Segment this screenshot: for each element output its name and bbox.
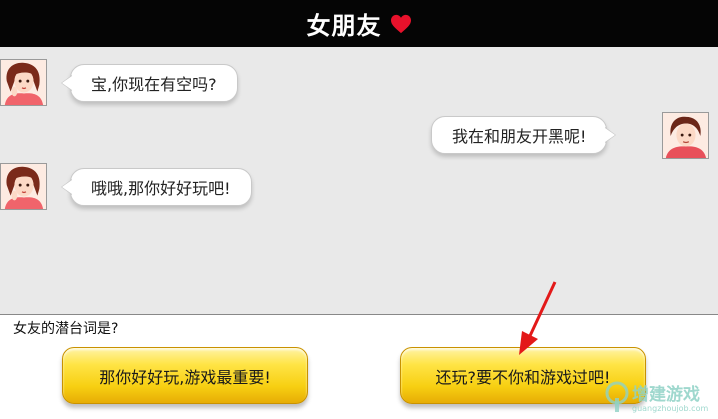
message-text: 宝,你现在有空吗? xyxy=(91,75,217,94)
heart-icon xyxy=(390,14,411,33)
watermark-url: guangzhoujob.com xyxy=(632,404,709,413)
question-text: 女友的潜台词是? xyxy=(13,321,119,337)
answer-label: 还玩?要不你和游戏过吧! xyxy=(435,367,611,387)
answer-label: 那你好好玩,游戏最重要! xyxy=(99,367,271,387)
girlfriend-avatar xyxy=(0,59,47,106)
page-title: 女朋友 xyxy=(306,12,382,40)
answer-button-2[interactable]: 还玩?要不你和游戏过吧! xyxy=(400,347,646,404)
message-text: 我在和朋友开黑呢! xyxy=(452,127,587,146)
message-bubble: 宝,你现在有空吗? xyxy=(61,64,238,102)
player-avatar xyxy=(662,112,709,159)
message-bubble: 我在和朋友开黑呢! xyxy=(431,116,617,154)
divider xyxy=(0,314,718,315)
girlfriend-avatar xyxy=(0,163,47,210)
message-text: 哦哦,那你好好玩吧! xyxy=(91,179,231,198)
message-bubble: 哦哦,那你好好玩吧! xyxy=(61,168,252,206)
answer-button-1[interactable]: 那你好好玩,游戏最重要! xyxy=(62,347,308,404)
title-bar: 女朋友 xyxy=(0,0,718,47)
chat-area: 宝,你现在有空吗? 我在和朋友开黑呢! 哦哦,那你好好玩吧! xyxy=(0,47,718,314)
